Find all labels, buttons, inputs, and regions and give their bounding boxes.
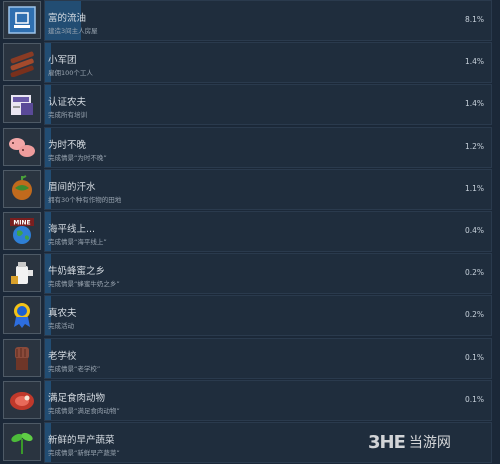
achievement-description: 完成情景“新鲜早产蔬菜”: [48, 449, 120, 457]
sprout-icon: [3, 423, 41, 461]
achievement-percent: 1.4%: [464, 57, 484, 67]
achievement-row[interactable]: 老学校完成情景“老学校” 0.1%: [0, 337, 500, 380]
achievement-title: 新鲜的早产蔬菜: [48, 435, 115, 446]
progress-bar: [44, 295, 492, 337]
achievement-percent: 0.1%: [464, 394, 484, 404]
achievement-description: 完成情景“老学校”: [48, 364, 101, 373]
achievement-description: 完成情景“蜂蜜牛奶之乡”: [48, 280, 120, 289]
achievement-percent: 1.1%: [464, 183, 484, 193]
achievement-percent: 1.4%: [464, 99, 484, 109]
achievement-percent: 0.1%: [464, 352, 484, 362]
achievement-description: 拥有30个种有作物的田地: [48, 195, 122, 204]
achievement-row[interactable]: 眉间的汗水拥有30个种有作物的田地 1.1%: [0, 168, 500, 211]
mine-label: MINE: [13, 220, 30, 227]
achievement-row[interactable]: 牛奶蜂蜜之乡完成情景“蜂蜜牛奶之乡” 0.2%: [0, 253, 500, 295]
achievement-description: 完成情景“海平线上”: [48, 238, 107, 246]
achievement-row[interactable]: 真农夫完成活动 0.2%: [0, 295, 500, 337]
certificate-icon: [3, 85, 41, 124]
mine-earth-icon: MINE: [3, 212, 41, 250]
achievement-row[interactable]: 满足食肉动物完成情景“满足食肉动物” 0.1%: [0, 379, 500, 422]
ribbon-icon: [3, 296, 41, 335]
watermark-text: 当游网: [408, 435, 451, 451]
logs-icon: [3, 43, 41, 82]
achievement-title: 眉间的汗水: [48, 181, 96, 193]
achievement-description: 完成情景“为时不晚”: [48, 153, 107, 162]
watermark: 3HE 当游网: [368, 426, 498, 458]
watermark-logo: 3HE: [368, 431, 406, 453]
progress-bar: [44, 126, 492, 168]
achievement-title: 满足食肉动物: [48, 392, 106, 404]
progress-bar: [44, 84, 492, 126]
achievement-description: 建造3间主人房屋: [48, 27, 98, 35]
achievement-percent: 1.2%: [464, 141, 484, 151]
progress-bar: [44, 211, 492, 252]
meat-icon: [3, 380, 41, 419]
achievement-row[interactable]: 为时不晚完成情景“为时不晚” 1.2%: [0, 126, 500, 169]
achievement-description: 完成活动: [48, 322, 74, 331]
achievement-title: 海平线上...: [48, 224, 96, 235]
progress-bar: [44, 0, 492, 41]
achievement-title: 认证农夫: [48, 97, 87, 109]
milk-jug-icon: [3, 254, 41, 293]
achievement-title: 牛奶蜂蜜之乡: [48, 266, 106, 278]
achievement-title: 老学校: [48, 350, 77, 362]
achievement-percent: 8.1%: [464, 15, 484, 24]
achievement-percent: 0.2%: [464, 310, 484, 320]
fist-icon: [3, 338, 41, 377]
achievement-description: 雇佣100个工人: [48, 69, 93, 78]
achievement-title: 为时不晚: [48, 139, 87, 151]
achievement-title: 小军团: [48, 55, 77, 67]
globe-plant-icon: [3, 169, 41, 208]
achievement-title: 真农夫: [48, 308, 77, 320]
achievement-row[interactable]: MINE 海平线上... 完成情景“海平线上” 0.4%: [0, 211, 500, 253]
achievement-row[interactable]: 认证农夫完成所有培训 1.4%: [0, 84, 500, 126]
achievement-percent: 0.2%: [464, 268, 484, 278]
progress-bar: [44, 42, 492, 84]
achievement-row[interactable]: 小军团雇佣100个工人 1.4%: [0, 42, 500, 84]
achievement-percent: 0.4%: [464, 226, 484, 235]
achievement-title: 富的流油: [48, 13, 87, 24]
achievement-description: 完成情景“满足食肉动物”: [48, 406, 120, 415]
achievement-row[interactable]: 富的流油建造3间主人房屋 8.1%: [0, 0, 500, 42]
progress-bar: [44, 337, 492, 379]
achievement-description: 完成所有培训: [48, 111, 87, 120]
pigs-icon: [3, 127, 41, 166]
blueprint-icon: [3, 1, 41, 39]
